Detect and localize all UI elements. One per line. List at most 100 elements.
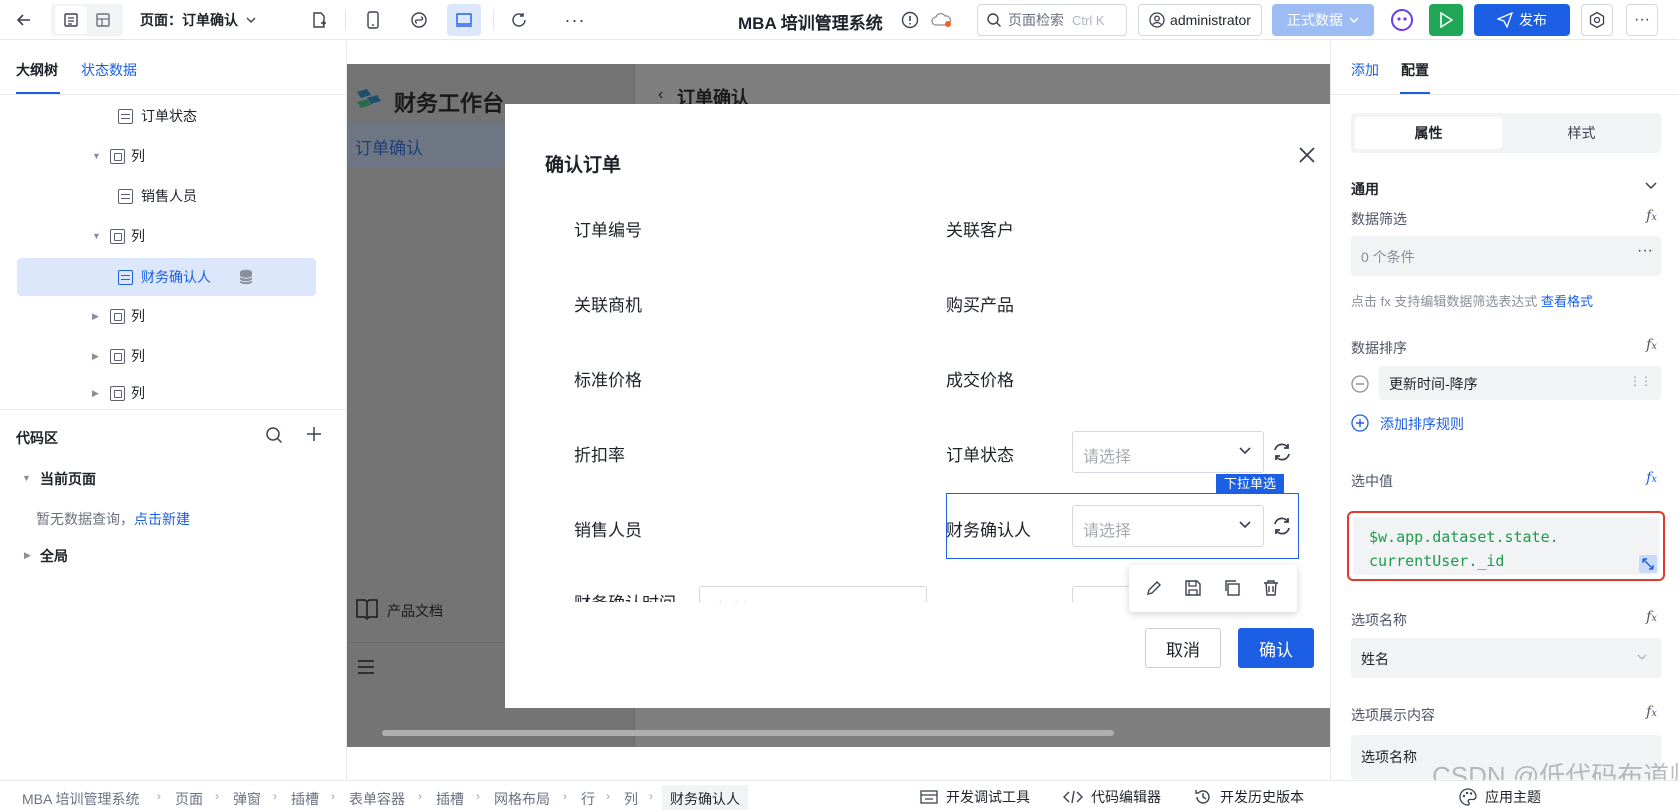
app-theme-button[interactable]: 应用主题 [1459,787,1541,807]
horizontal-scrollbar[interactable] [382,730,1114,736]
crumb-current[interactable]: 财务确认人 [662,785,748,810]
ai-assistant-icon[interactable] [1386,4,1418,36]
tree-node-column[interactable]: ▶ 列 [0,298,347,334]
fx-icon[interactable]: fx [1646,337,1657,353]
crumb-item[interactable]: 列 [624,789,638,809]
drag-handle-icon[interactable]: ⋮⋮ [1629,374,1652,388]
delete-icon[interactable] [1262,579,1280,597]
edit-icon[interactable] [1145,579,1163,597]
expand-icon[interactable] [1639,555,1657,573]
crumb-item[interactable]: 页面 [175,789,203,809]
finance-confirmer-select[interactable]: 请选择 [1072,505,1264,547]
status-bar: MBA 培训管理系统 › 页面 › 弹窗 › 插槽 › 表单容器 › 插槽 › … [0,780,1679,810]
add-sort-rule-link[interactable]: 添加排序规则 [1380,414,1464,434]
column-icon [110,385,125,401]
crumb-item[interactable]: 弹窗 [233,789,261,809]
chevron-down-icon[interactable] [1645,182,1657,190]
more-icon[interactable]: ··· [559,4,591,36]
selected-value-expression-editor[interactable]: $w.app.dataset.state. currentUser._id [1347,511,1665,581]
global-group[interactable]: 全局 [40,546,68,566]
layout-view-icon[interactable] [87,6,119,34]
seg-attributes[interactable]: 属性 [1355,117,1502,149]
info-icon[interactable] [897,4,923,36]
miniprogram-preview-icon[interactable] [403,4,435,36]
confirm-button[interactable]: 确认 [1238,628,1314,668]
data-filter-box[interactable]: 0 个条件 ··· [1351,236,1661,276]
option-display-label: 选项展示内容 [1351,707,1435,723]
tree-node-column[interactable]: ▼ 列 [0,218,347,254]
fx-icon[interactable]: fx [1646,609,1657,625]
current-page-group[interactable]: 当前页面 [40,469,96,489]
caret-down-icon[interactable]: ▼ [22,473,31,483]
tab-add[interactable]: 添加 [1351,60,1379,80]
tree-node-column[interactable]: ▶ 列 [0,338,347,374]
overflow-menu-icon[interactable]: ··· [1626,4,1658,36]
desktop-preview-icon[interactable] [447,4,481,36]
more-icon[interactable]: ··· [1637,242,1653,260]
copy-icon[interactable] [1223,579,1241,597]
option-name-select[interactable]: 姓名 [1351,638,1661,678]
run-preview-icon[interactable] [1429,4,1463,36]
history-button[interactable]: 开发历史版本 [1194,787,1304,807]
reload-icon[interactable] [1271,515,1293,537]
seg-style[interactable]: 样式 [1506,117,1657,149]
reload-icon[interactable] [1271,441,1293,463]
tree-node-finance-selected[interactable]: 财务确认人 [17,258,316,296]
env-selector[interactable]: 正式数据 [1272,4,1374,36]
label-sales: 销售人员 [574,521,642,540]
settings-icon[interactable] [1581,4,1613,36]
caret-right-icon[interactable]: ▶ [92,311,99,322]
caret-right-icon[interactable]: ▶ [92,351,99,362]
caret-down-icon[interactable]: ▼ [92,151,101,161]
tree-node-order-status[interactable]: 订单状态 [0,98,347,134]
tree-node-sales[interactable]: 销售人员 [0,178,347,214]
view-format-link[interactable]: 查看格式 [1541,294,1593,309]
refresh-icon[interactable] [503,4,535,36]
tab-outline[interactable]: 大纲树 [16,60,58,80]
search-icon[interactable] [265,426,283,444]
section-general[interactable]: 通用 [1351,179,1379,199]
fx-icon-active[interactable]: fx [1646,470,1657,486]
remove-circle-icon[interactable] [1351,375,1369,393]
caret-right-icon[interactable]: ▶ [92,388,99,399]
close-icon[interactable] [1298,146,1316,164]
crumb-item[interactable]: 插槽 [436,789,464,809]
nav-item-label: 订单确认 [355,139,423,158]
mobile-preview-icon[interactable] [357,4,389,36]
page-view-icon[interactable] [55,6,87,34]
tree-node-column[interactable]: ▶ 列 [0,378,347,408]
crumb-item[interactable]: 插槽 [291,789,319,809]
caret-down-icon[interactable]: ▼ [92,231,101,241]
save-icon[interactable] [1184,579,1202,597]
code-editor-button[interactable]: 代码编辑器 [1063,787,1161,807]
brand-name: 财务工作台 [394,91,505,116]
back-arrow-icon[interactable] [8,4,40,36]
finance-time-picker[interactable]: 请选择 [699,586,927,602]
new-query-link[interactable]: 点击新建 [134,511,190,527]
crumb-item[interactable]: MBA 培训管理系统 [22,789,139,809]
sort-rule-item[interactable]: 更新时间-降序 ⋮⋮ [1379,366,1661,400]
caret-right-icon[interactable]: ▶ [24,550,31,561]
fx-icon[interactable]: fx [1646,208,1657,224]
publish-button[interactable]: 发布 [1474,4,1570,36]
fx-icon[interactable]: fx [1646,704,1657,720]
cancel-button[interactable]: 取消 [1145,628,1221,668]
crumb-item[interactable]: 网格布局 [494,789,550,809]
tab-state-data[interactable]: 状态数据 [81,60,137,80]
order-status-select[interactable]: 请选择 [1072,431,1264,473]
tab-config[interactable]: 配置 [1401,60,1429,80]
page-search-input[interactable]: 页面检索 Ctrl K [977,4,1127,36]
add-circle-icon[interactable] [1351,414,1369,432]
add-icon[interactable] [306,426,322,442]
page-selector[interactable]: 页面：订单确认 [140,4,280,36]
tree-node-label: 订单状态 [141,108,197,124]
form-item-icon [118,108,133,124]
crumb-item[interactable]: 表单容器 [349,789,405,809]
label-order-status: 订单状态 [946,446,1014,465]
new-page-icon[interactable] [303,4,335,36]
time-placeholder: 请选择 [710,596,758,602]
crumb-item[interactable]: 行 [581,789,595,809]
tree-node-column[interactable]: ▼ 列 [0,138,347,174]
user-menu[interactable]: administrator [1138,4,1262,36]
debug-tools-button[interactable]: 开发调试工具 [920,787,1030,807]
